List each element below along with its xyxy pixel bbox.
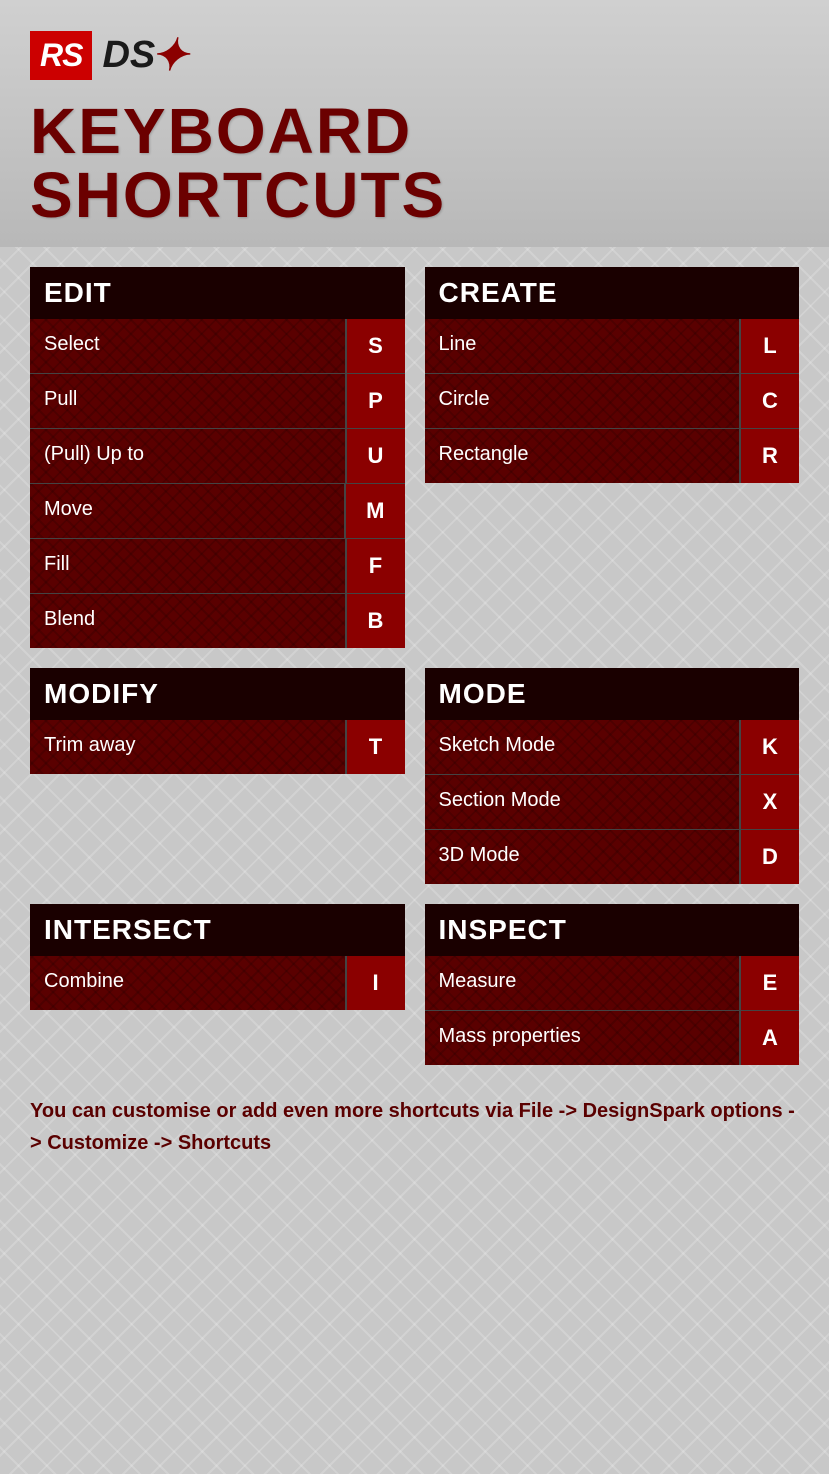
create-section-header: CREATE [425,267,800,319]
table-row: Sketch Mode K [425,720,800,775]
table-row: Fill F [30,539,405,594]
mode-3d-key: D [739,830,799,884]
create-rectangle-label: Rectangle [425,429,740,483]
create-line-label: Line [425,319,740,373]
create-section: CREATE Line L Circle C Rectangle R [425,267,800,648]
table-row: (Pull) Up to U [30,429,405,484]
create-rectangle-key: R [739,429,799,483]
table-row: Select S [30,319,405,374]
edit-pull-key: P [345,374,405,428]
modify-trim-key: T [345,720,405,774]
edit-select-key: S [345,319,405,373]
intersect-section-header: INTERSECT [30,904,405,956]
table-row: Circle C [425,374,800,429]
ds-arrow-icon: ✦ [151,30,188,81]
table-row: 3D Mode D [425,830,800,884]
edit-pull-label: Pull [30,374,345,428]
mode-sketch-key: K [739,720,799,774]
edit-section: EDIT Select S Pull P (Pull) Up to U Move… [30,267,405,648]
create-line-key: L [739,319,799,373]
header: RS DS✦ KEYBOARD SHORTCUTS [0,0,829,247]
table-row: Measure E [425,956,800,1011]
edit-blend-label: Blend [30,594,345,648]
table-row: Section Mode X [425,775,800,830]
main-content: EDIT Select S Pull P (Pull) Up to U Move… [0,247,829,1209]
edit-fill-label: Fill [30,539,345,593]
mode-sketch-label: Sketch Mode [425,720,740,774]
intersect-combine-key: I [345,956,405,1010]
inspect-section-header: INSPECT [425,904,800,956]
intersect-combine-label: Combine [30,956,345,1010]
logo-area: RS DS✦ [30,30,799,81]
footer-text: You can customise or add even more short… [30,1085,799,1189]
inspect-mass-label: Mass properties [425,1011,740,1065]
inspect-measure-label: Measure [425,956,740,1010]
rs-logo: RS [30,31,92,80]
create-circle-key: C [739,374,799,428]
table-row: Rectangle R [425,429,800,483]
edit-blend-key: B [345,594,405,648]
mode-section-label: Section Mode [425,775,740,829]
table-row: Combine I [30,956,405,1010]
table-row: Blend B [30,594,405,648]
edit-section-header: EDIT [30,267,405,319]
edit-move-key: M [344,484,404,538]
inspect-measure-key: E [739,956,799,1010]
mode-section-header: MODE [425,668,800,720]
modify-trim-label: Trim away [30,720,345,774]
table-row: Line L [425,319,800,374]
modify-section-header: MODIFY [30,668,405,720]
intersect-section: INTERSECT Combine I [30,904,405,1065]
create-circle-label: Circle [425,374,740,428]
inspect-mass-key: A [739,1011,799,1065]
edit-pull-up-to-label: (Pull) Up to [30,429,345,483]
table-row: Mass properties A [425,1011,800,1065]
mode-section-key: X [739,775,799,829]
edit-fill-key: F [345,539,405,593]
table-row: Trim away T [30,720,405,774]
page-title: KEYBOARD SHORTCUTS [30,99,799,227]
mode-3d-label: 3D Mode [425,830,740,884]
edit-move-label: Move [30,484,344,538]
modify-section: MODIFY Trim away T [30,668,405,884]
ds-logo: DS✦ [102,30,188,81]
mode-section: MODE Sketch Mode K Section Mode X 3D Mod… [425,668,800,884]
inspect-section: INSPECT Measure E Mass properties A [425,904,800,1065]
edit-pull-up-to-key: U [345,429,405,483]
edit-select-label: Select [30,319,345,373]
table-row: Move M [30,484,405,539]
table-row: Pull P [30,374,405,429]
